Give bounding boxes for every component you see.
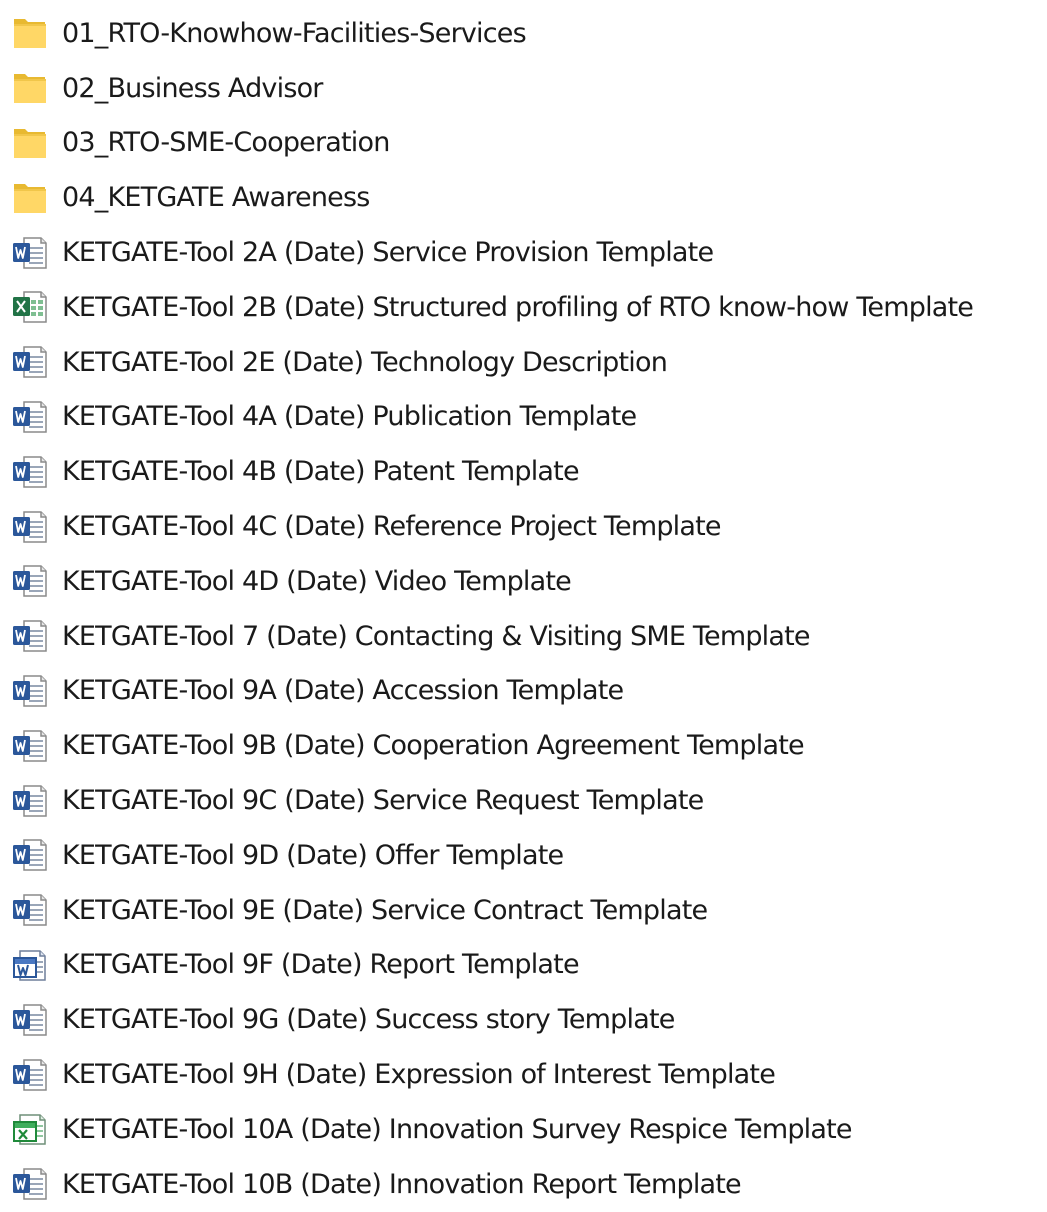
file-name: KETGATE-Tool 10A (Date) Innovation Surve… — [62, 1113, 853, 1145]
file-name: KETGATE-Tool 2E (Date) Technology Descri… — [62, 346, 668, 378]
folder-icon — [12, 178, 60, 218]
file-list: 01_RTO-Knowhow-Facilities-Services 02_Bu… — [0, 6, 1047, 1212]
file-name: KETGATE-Tool 2B (Date) Structured profil… — [62, 291, 974, 323]
file-name: KETGATE-Tool 10B (Date) Innovation Repor… — [62, 1168, 742, 1200]
word-document-icon — [12, 726, 60, 766]
word-document-icon — [12, 1055, 60, 1095]
file-name: KETGATE-Tool 4B (Date) Patent Template — [62, 456, 580, 488]
word-document-icon — [12, 507, 60, 547]
list-item-file[interactable]: KETGATE-Tool 9F (Date) Report Template — [0, 938, 1047, 993]
word-document-icon — [12, 1000, 60, 1040]
list-item-file[interactable]: KETGATE-Tool 4C (Date) Reference Project… — [0, 499, 1047, 554]
list-item-file[interactable]: KETGATE-Tool 7 (Date) Contacting & Visit… — [0, 609, 1047, 664]
file-name: KETGATE-Tool 9B (Date) Cooperation Agree… — [62, 730, 805, 762]
word-document-icon — [12, 233, 60, 273]
file-name: KETGATE-Tool 9C (Date) Service Request T… — [62, 785, 704, 817]
list-item-folder[interactable]: 03_RTO-SME-Cooperation — [0, 116, 1047, 171]
word-document-icon — [12, 452, 60, 492]
list-item-file[interactable]: KETGATE-Tool 10A (Date) Innovation Surve… — [0, 1102, 1047, 1157]
file-name: KETGATE-Tool 2A (Date) Service Provision… — [62, 237, 714, 269]
file-name: 03_RTO-SME-Cooperation — [62, 127, 390, 159]
list-item-file[interactable]: KETGATE-Tool 4A (Date) Publication Templ… — [0, 390, 1047, 445]
word-document-icon — [12, 890, 60, 930]
list-item-file[interactable]: KETGATE-Tool 4B (Date) Patent Template — [0, 444, 1047, 499]
word-document-icon — [12, 616, 60, 656]
list-item-file[interactable]: KETGATE-Tool 9G (Date) Success story Tem… — [0, 992, 1047, 1047]
file-name: 04_KETGATE Awareness — [62, 182, 370, 214]
file-name: KETGATE-Tool 9G (Date) Success story Tem… — [62, 1004, 675, 1036]
file-name: KETGATE-Tool 9D (Date) Offer Template — [62, 839, 564, 871]
list-item-file[interactable]: KETGATE-Tool 9D (Date) Offer Template — [0, 828, 1047, 883]
file-name: KETGATE-Tool 9H (Date) Expression of Int… — [62, 1059, 776, 1091]
list-item-file[interactable]: KETGATE-Tool 2E (Date) Technology Descri… — [0, 335, 1047, 390]
list-item-folder[interactable]: 02_Business Advisor — [0, 61, 1047, 116]
list-item-folder[interactable]: 01_RTO-Knowhow-Facilities-Services — [0, 6, 1047, 61]
word-document-icon — [12, 342, 60, 382]
list-item-file[interactable]: KETGATE-Tool 9E (Date) Service Contract … — [0, 883, 1047, 938]
file-name: 02_Business Advisor — [62, 72, 323, 104]
word-legacy-document-icon — [12, 945, 60, 985]
file-name: KETGATE-Tool 4C (Date) Reference Project… — [62, 511, 722, 543]
word-document-icon — [12, 835, 60, 875]
folder-icon — [12, 13, 60, 53]
word-document-icon — [12, 781, 60, 821]
file-name: KETGATE-Tool 9E (Date) Service Contract … — [62, 894, 708, 926]
word-document-icon — [12, 561, 60, 601]
list-item-file[interactable]: KETGATE-Tool 10B (Date) Innovation Repor… — [0, 1157, 1047, 1212]
folder-icon — [12, 68, 60, 108]
list-item-file[interactable]: KETGATE-Tool 2A (Date) Service Provision… — [0, 225, 1047, 280]
list-item-file[interactable]: KETGATE-Tool 9C (Date) Service Request T… — [0, 773, 1047, 828]
file-name: KETGATE-Tool 4D (Date) Video Template — [62, 565, 572, 597]
excel-document-icon — [12, 287, 60, 327]
list-item-file[interactable]: KETGATE-Tool 9H (Date) Expression of Int… — [0, 1047, 1047, 1102]
word-document-icon — [12, 397, 60, 437]
list-item-file[interactable]: KETGATE-Tool 9A (Date) Accession Templat… — [0, 664, 1047, 719]
file-name: KETGATE-Tool 9A (Date) Accession Templat… — [62, 675, 624, 707]
list-item-file[interactable]: KETGATE-Tool 2B (Date) Structured profil… — [0, 280, 1047, 335]
file-name: KETGATE-Tool 9F (Date) Report Template — [62, 949, 580, 981]
word-document-icon — [12, 1164, 60, 1204]
folder-icon — [12, 123, 60, 163]
file-name: KETGATE-Tool 7 (Date) Contacting & Visit… — [62, 620, 811, 652]
list-item-file[interactable]: KETGATE-Tool 9B (Date) Cooperation Agree… — [0, 718, 1047, 773]
list-item-folder[interactable]: 04_KETGATE Awareness — [0, 170, 1047, 225]
file-name: KETGATE-Tool 4A (Date) Publication Templ… — [62, 401, 637, 433]
word-document-icon — [12, 671, 60, 711]
list-item-file[interactable]: KETGATE-Tool 4D (Date) Video Template — [0, 554, 1047, 609]
file-name: 01_RTO-Knowhow-Facilities-Services — [62, 17, 527, 49]
excel-legacy-document-icon — [12, 1109, 60, 1149]
